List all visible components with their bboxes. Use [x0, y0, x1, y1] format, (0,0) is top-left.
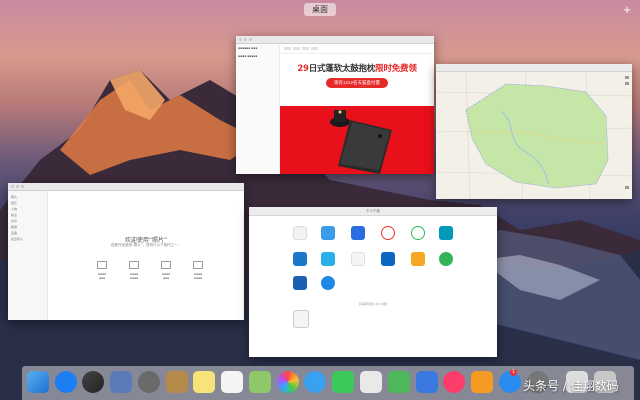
safari-sidebar: ▪▪▪▪▪▪ ▪▪▪ ▪▪▪▪ ▪▪▪▪▪ — [236, 44, 280, 174]
sogou-app-icon[interactable] — [381, 226, 395, 240]
appstore-toolbar-text: 千人千面 — [366, 208, 380, 213]
import-camera-option[interactable]: ▪▪▪▪ ▪▪▪ — [88, 261, 116, 280]
promo-text: 日式蓬软太鼓抱枕 — [308, 64, 376, 74]
pages-icon[interactable] — [360, 371, 382, 393]
maps-window[interactable] — [436, 64, 632, 199]
promo-red-text: 限时免费领 — [375, 64, 417, 74]
calendar-app-icon[interactable] — [293, 310, 309, 328]
cloud-icon — [161, 261, 171, 269]
appstore-window[interactable]: 千人千面 获得所有的 iOS 功能 — [249, 207, 497, 357]
import-files-option[interactable]: ▪▪▪▪ ▪▪▪▪ — [120, 261, 148, 280]
wps-app-icon[interactable] — [293, 252, 307, 266]
siri-icon[interactable] — [82, 371, 104, 393]
map-app-icon[interactable] — [293, 276, 307, 290]
app-grid: 获得所有的 iOS 功能 — [249, 216, 497, 357]
appstore-toolbar: 千人千面 — [249, 207, 497, 216]
mission-control-bar: 桌面 + — [0, 0, 640, 18]
safari-icon[interactable] — [55, 371, 77, 393]
star-app-icon[interactable] — [321, 252, 335, 266]
news-app-icon[interactable] — [351, 252, 365, 266]
launchpad-icon[interactable] — [138, 371, 160, 393]
apple-app-icon[interactable] — [293, 226, 307, 240]
ibooks-icon[interactable] — [471, 371, 493, 393]
keynote-icon[interactable] — [416, 371, 438, 393]
tripadvisor-app-icon[interactable] — [439, 252, 453, 266]
itunes-icon[interactable] — [443, 371, 465, 393]
maps-icon[interactable] — [249, 371, 271, 393]
map-view[interactable] — [436, 71, 632, 199]
icloud-option[interactable]: ▪▪▪▪ ▪▪▪ — [152, 261, 180, 280]
watermark: 头条号 / 佳翔数码 — [523, 379, 619, 393]
promo-headline: 29日式蓬软太鼓抱枕限时免费领 — [280, 62, 434, 74]
finder-icon[interactable] — [27, 371, 49, 393]
appstore-footer: 获得所有的 iOS 功能 — [358, 302, 387, 306]
notes-icon[interactable] — [193, 371, 215, 393]
safari-titlebar — [236, 36, 434, 44]
game-app-icon[interactable] — [411, 252, 425, 266]
add-desktop-button[interactable]: + — [620, 2, 634, 16]
camera-icon — [97, 261, 107, 269]
zoom-out-icon[interactable] — [625, 82, 629, 85]
photos-icon[interactable] — [277, 371, 299, 393]
promo-prefix: 29 — [297, 64, 309, 74]
zoom-in-icon[interactable] — [625, 76, 629, 79]
video-app-icon[interactable] — [321, 276, 335, 290]
maps-titlebar — [436, 64, 632, 72]
safari-window[interactable]: ▪▪▪▪▪▪ ▪▪▪ ▪▪▪▪ ▪▪▪▪▪ 29日式蓬软太鼓抱枕限时免费领 现有… — [236, 36, 434, 174]
product-image — [280, 106, 434, 174]
cloud-app-icon[interactable] — [321, 226, 335, 240]
photos-sidebar: 照片 回忆 人物 地点 共享 相簿 设备 最近导入 — [8, 191, 48, 320]
linkedin-app-icon[interactable] — [381, 252, 395, 266]
photo-preview-icon[interactable] — [110, 371, 132, 393]
desktop-button[interactable]: 桌面 — [304, 3, 336, 16]
photos-titlebar — [8, 183, 244, 191]
promo-button[interactable]: 现有1212名天猫直付量 — [326, 78, 388, 88]
compass-icon[interactable] — [625, 186, 629, 189]
reminders-icon[interactable] — [221, 371, 243, 393]
photo-library-icon — [193, 261, 203, 269]
welcome-subtitle: 若要开始使用“照片”，请执行以下操作之一： — [110, 243, 182, 247]
import-icon — [129, 261, 139, 269]
facetime-icon[interactable] — [332, 371, 354, 393]
safari-content: 29日式蓬软太鼓抱枕限时免费领 现有1212名天猫直付量 — [280, 44, 434, 174]
safari-nav — [280, 44, 434, 54]
bing-app-icon[interactable] — [439, 226, 453, 240]
qq-browser-app-icon[interactable] — [411, 226, 425, 240]
contacts-icon[interactable] — [166, 371, 188, 393]
sidebar-item[interactable]: 最近导入 — [8, 236, 47, 242]
baidu-app-icon[interactable] — [351, 226, 365, 240]
numbers-icon[interactable] — [388, 371, 410, 393]
photos-window[interactable]: 照片 回忆 人物 地点 共享 相簿 设备 最近导入 欢迎使用“照片” 若要开始使… — [8, 183, 244, 320]
app-store-badge: 1 — [510, 369, 517, 376]
messages-icon[interactable] — [304, 371, 326, 393]
library-option[interactable]: ▪▪▪▪ ▪▪▪▪ — [184, 261, 212, 280]
photos-main: 欢迎使用“照片” 若要开始使用“照片”，请执行以下操作之一： ▪▪▪▪ ▪▪▪ ▪… — [48, 191, 244, 320]
